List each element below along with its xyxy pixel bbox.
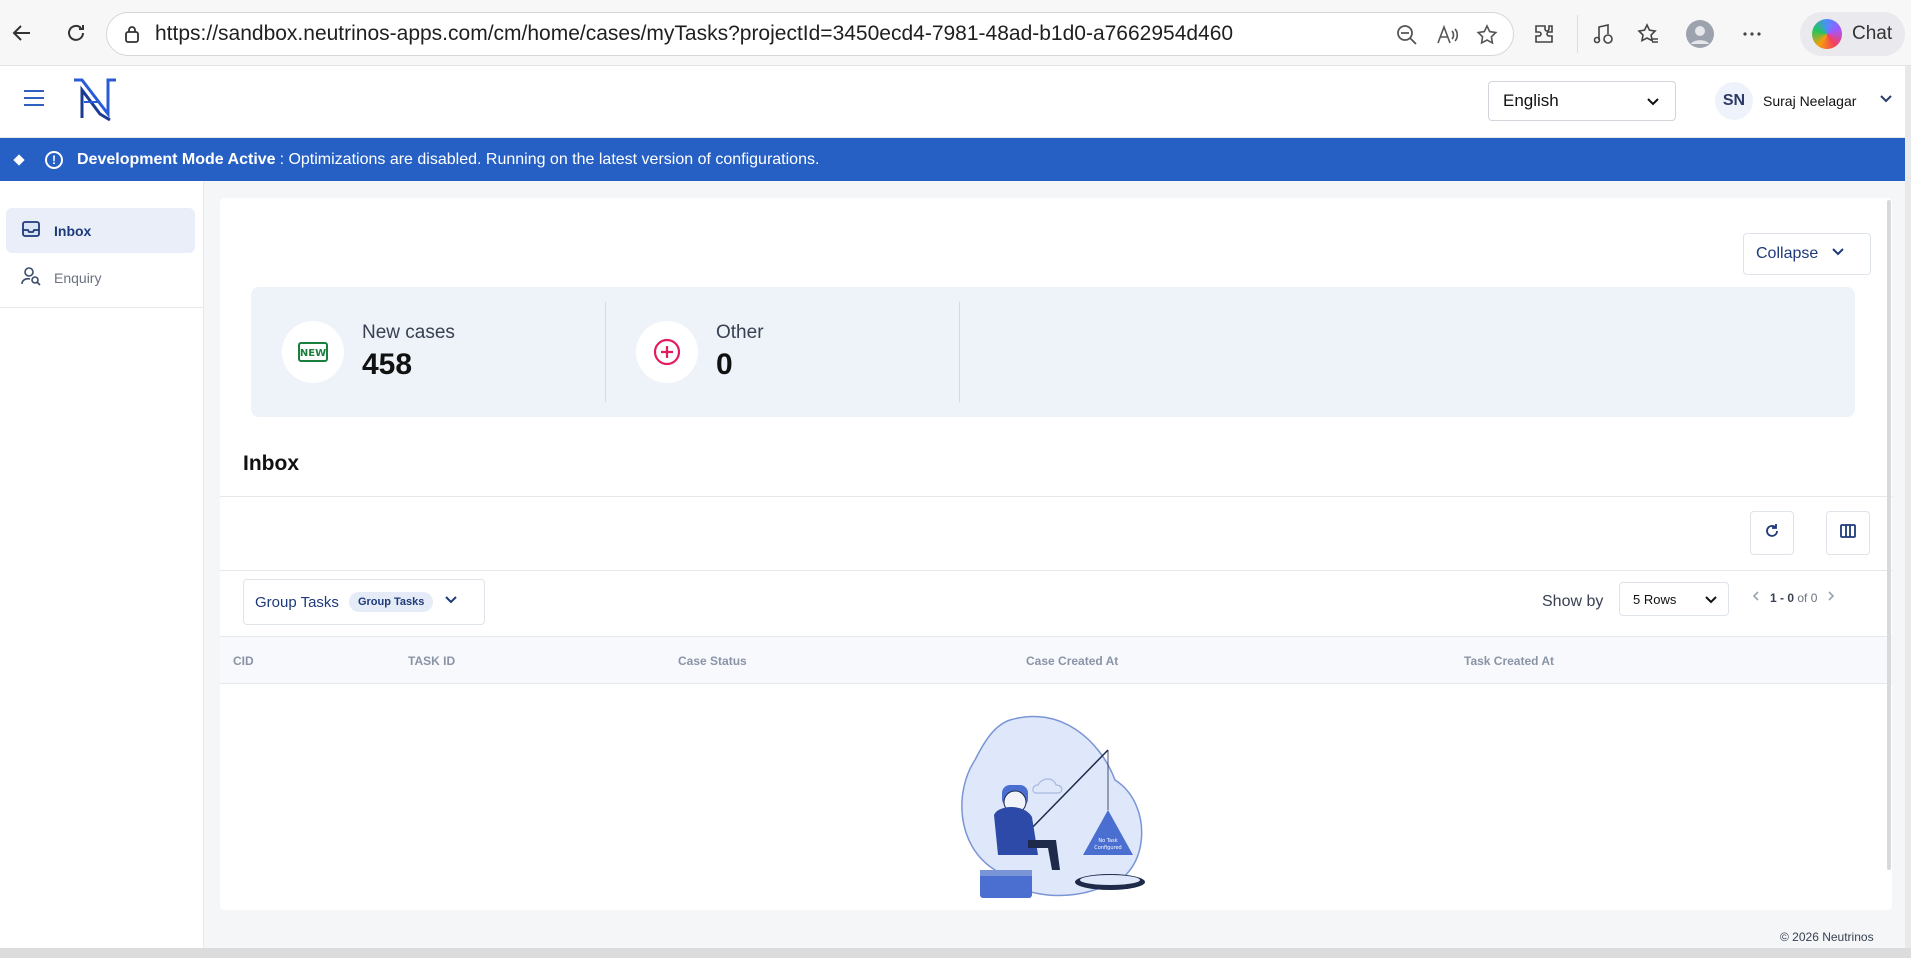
empty-state-illustration: No Task Configured: [950, 710, 1160, 915]
stat-label: Other: [716, 322, 764, 343]
user-menu[interactable]: SN Suraj Neelagar: [1715, 80, 1894, 122]
pager-total: of 0: [1797, 590, 1818, 605]
sidebar: Inbox Enquiry: [0, 181, 204, 948]
column-header-cid[interactable]: CID: [233, 654, 254, 668]
chevron-down-icon: [443, 592, 459, 613]
pagination: 1 - 0 of 0: [1750, 590, 1837, 605]
sidebar-item-inbox[interactable]: Inbox: [6, 208, 195, 253]
user-name: Suraj Neelagar: [1763, 93, 1857, 109]
favorite-star-icon[interactable]: [1471, 21, 1503, 49]
columns-button[interactable]: [1826, 511, 1870, 555]
column-header-case-created[interactable]: Case Created At: [1026, 654, 1118, 668]
neutrinos-logo-icon[interactable]: [70, 74, 120, 129]
profile-avatar-icon[interactable]: [1681, 15, 1719, 53]
column-header-task-id[interactable]: TASK ID: [408, 654, 455, 668]
rows-per-page-select[interactable]: 5 Rows: [1619, 582, 1729, 616]
horizontal-scrollbar[interactable]: [0, 948, 1911, 958]
sidebar-divider: [0, 307, 204, 308]
group-tasks-select[interactable]: Group Tasks Group Tasks: [243, 579, 485, 625]
extensions-icon[interactable]: [1525, 15, 1563, 53]
svg-text:Configured: Configured: [1094, 845, 1121, 851]
stats-panel: NEW New cases 458 Other 0: [251, 287, 1855, 417]
stat-label: New cases: [362, 322, 455, 343]
dev-mode-banner: ! Development Mode Active : Optimization…: [0, 138, 1906, 181]
user-search-icon: [20, 265, 42, 290]
chevron-down-icon: [1645, 94, 1661, 115]
section-title: Inbox: [243, 452, 299, 475]
show-by-label: Show by: [1542, 593, 1604, 610]
lock-icon[interactable]: [121, 23, 143, 51]
banner-title: Development Mode Active: [77, 150, 276, 168]
chevron-down-icon: [1704, 593, 1718, 610]
media-control-icon[interactable]: [1577, 15, 1615, 53]
chevron-right-icon[interactable]: [1825, 590, 1837, 605]
new-badge-icon: NEW: [282, 321, 344, 383]
footer-copyright: © 2026 Neutrinos: [1780, 930, 1874, 944]
diamond-icon: [13, 153, 25, 166]
svg-text:NEW: NEW: [300, 348, 326, 359]
url-text: https://sandbox.neutrinos-apps.com/cm/ho…: [155, 22, 1234, 45]
group-select-label: Group Tasks: [255, 593, 339, 611]
language-value: English: [1503, 91, 1559, 110]
stat-value: 0: [716, 348, 733, 381]
inbox-icon: [20, 218, 42, 243]
info-icon: !: [45, 150, 63, 169]
group-select-pill: Group Tasks: [348, 592, 434, 612]
collapse-label: Collapse: [1756, 245, 1819, 262]
favorites-icon[interactable]: [1629, 15, 1667, 53]
address-bar[interactable]: https://sandbox.neutrinos-apps.com/cm/ho…: [106, 12, 1514, 56]
refresh-button[interactable]: [1750, 511, 1794, 555]
chevron-down-icon: [1878, 91, 1894, 112]
copilot-chat-button[interactable]: Chat: [1800, 12, 1905, 56]
chevron-down-icon: [1830, 244, 1846, 265]
copilot-icon: [1812, 19, 1842, 49]
back-icon[interactable]: [2, 13, 42, 53]
app-header: English SN Suraj Neelagar: [0, 66, 1906, 138]
main-content: Collapse NEW New cases 458 Other 0 Inbox…: [204, 181, 1906, 948]
pager-range: 1 - 0: [1770, 590, 1795, 605]
zoom-out-icon[interactable]: [1391, 21, 1423, 49]
plus-circle-icon: [636, 321, 698, 383]
table-header: CID TASK ID Case Status Case Created At …: [220, 636, 1892, 684]
sidebar-item-enquiry[interactable]: Enquiry: [6, 255, 195, 300]
window-edge: [1905, 66, 1911, 958]
sidebar-item-label: Enquiry: [54, 269, 102, 286]
column-header-case-status[interactable]: Case Status: [678, 654, 747, 668]
language-select[interactable]: English: [1488, 81, 1676, 121]
reload-icon[interactable]: [56, 13, 96, 53]
stat-other[interactable]: Other 0: [605, 287, 959, 417]
collapse-button[interactable]: Collapse: [1743, 233, 1871, 275]
scrollbar[interactable]: [1887, 200, 1891, 870]
banner-message: : Optimizations are disabled. Running on…: [279, 150, 820, 168]
columns-icon: [1839, 522, 1857, 545]
svg-text:No Task: No Task: [1098, 838, 1117, 844]
column-header-task-created[interactable]: Task Created At: [1464, 654, 1554, 668]
stat-value: 458: [362, 348, 413, 381]
chevron-left-icon[interactable]: [1750, 590, 1762, 605]
menu-icon[interactable]: [24, 90, 44, 106]
read-aloud-icon[interactable]: [1431, 21, 1463, 49]
more-options-icon[interactable]: [1733, 15, 1771, 53]
inbox-card: Collapse NEW New cases 458 Other 0 Inbox…: [220, 198, 1892, 910]
stat-divider: [959, 302, 960, 402]
divider: [220, 570, 1892, 571]
rows-value: 5 Rows: [1633, 591, 1677, 607]
divider: [220, 496, 1892, 497]
sidebar-item-label: Inbox: [54, 222, 92, 239]
avatar: SN: [1715, 82, 1753, 120]
refresh-icon: [1763, 522, 1781, 545]
browser-toolbar: https://sandbox.neutrinos-apps.com/cm/ho…: [0, 0, 1911, 66]
chat-label: Chat: [1852, 23, 1893, 44]
stat-new-cases[interactable]: NEW New cases 458: [251, 287, 605, 417]
